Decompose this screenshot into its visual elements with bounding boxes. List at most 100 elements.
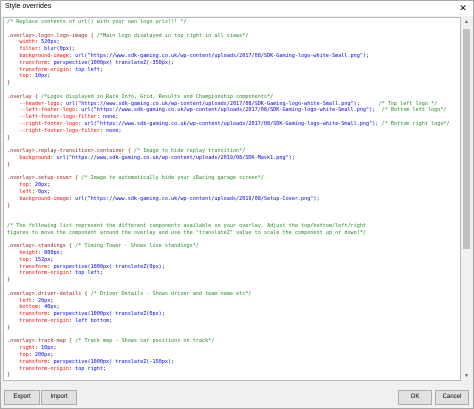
code-line: left: 20px; — [7, 298, 460, 305]
code-token: 520px — [41, 39, 57, 46]
code-token: figures to move the component around the… — [7, 229, 367, 236]
code-token: url("https://www.sdk-gaming.co.uk/wp-con… — [75, 52, 367, 59]
code-line: } — [7, 325, 460, 332]
code-token: perspective(1000px) translateZ(-150px) — [53, 358, 172, 365]
code-token: /* Track map - Shows car positions on tr… — [75, 338, 215, 345]
chevron-up-icon[interactable]: ▲ — [461, 17, 472, 27]
code-line: top: 20px; — [7, 182, 460, 189]
code-token: blur(0px) — [44, 46, 73, 53]
code-token: transform — [7, 263, 48, 270]
code-line: transform-origin: top right; — [7, 366, 460, 373]
code-token: perspective(1000px) translateZ(0px) — [53, 263, 162, 270]
code-token: top left — [75, 66, 100, 73]
code-token: perspective(1000px) translateZ(0px) — [53, 311, 162, 318]
code-token: ; — [356, 100, 379, 107]
window-title: Style overrides — [5, 3, 52, 10]
code-token: top — [7, 256, 29, 263]
code-token: } — [7, 372, 11, 379]
code-token: transform — [7, 358, 48, 365]
code-token: } — [7, 161, 11, 168]
code-token: ; — [171, 358, 175, 365]
code-line: .overlay>.replay-transition>.container {… — [7, 148, 460, 155]
code-text[interactable]: /* Replace contents of url() with your o… — [4, 18, 460, 380]
code-token: 10px — [34, 73, 48, 80]
code-token: ; — [115, 114, 119, 121]
code-token: ; — [56, 39, 60, 46]
code-token: .overlay>.logo>.logo-image { — [7, 32, 97, 39]
code-token: /*Logos displayed in Race Info, Grid, Re… — [41, 93, 274, 100]
code-token: transform-origin — [7, 270, 69, 277]
code-token: ; — [316, 195, 320, 202]
import-button[interactable]: Import — [41, 390, 77, 405]
cancel-button[interactable]: Cancel — [435, 390, 469, 405]
code-token: url("https://www.sdk-gaming.co.uk/wp-con… — [56, 154, 292, 161]
code-token: 800px — [44, 250, 60, 257]
code-token: /* Replace contents of url() with your o… — [7, 19, 187, 25]
code-line: bottom: 40px; — [7, 304, 460, 311]
code-token: /* Driver Details - Shows driver and tea… — [90, 290, 252, 297]
code-token: url("https://www.sdk-gaming.co.uk/wp-con… — [75, 195, 317, 202]
code-token: none — [106, 127, 119, 134]
code-token: ; — [118, 127, 122, 134]
code-token: transform-origin — [7, 318, 69, 325]
code-line: height: 800px; — [7, 250, 460, 257]
code-token: none — [102, 114, 116, 121]
code-token: top — [7, 182, 29, 189]
code-token: right — [7, 345, 35, 352]
code-line: } — [7, 135, 460, 142]
code-token: .overlay>.setup-cover { — [7, 175, 82, 182]
code-token: --right-footer-logo-filter — [7, 127, 100, 134]
code-token: --left-footer-logo — [7, 107, 76, 114]
code-line: .overlay>.driver-details { /* Driver Det… — [7, 291, 460, 298]
code-token: ; — [291, 154, 295, 161]
code-token: ; — [47, 182, 51, 189]
code-line: top: 200px; — [7, 352, 460, 359]
code-token: top left — [75, 270, 100, 277]
code-line: --left-footer-logo-filter: none; — [7, 114, 460, 121]
code-line: transform-origin: top left; — [7, 270, 460, 277]
style-overrides-dialog: Style overrides ✕ /* Replace contents of… — [0, 0, 474, 409]
export-button[interactable]: Export — [4, 390, 40, 405]
close-icon[interactable]: ✕ — [455, 1, 471, 15]
code-token: ; — [56, 304, 60, 311]
code-token: top — [7, 352, 29, 359]
code-token: left — [7, 297, 32, 304]
code-line: background: url("https://www.sdk-gaming.… — [7, 155, 460, 162]
code-token: --header-logo — [7, 100, 60, 107]
code-token: ; — [50, 256, 54, 263]
code-token: 0px — [37, 188, 48, 195]
code-token: 10px — [41, 345, 54, 352]
code-line: } — [7, 372, 460, 379]
code-token: --right-footer-logo — [7, 120, 79, 127]
code-line: top: 152px; — [7, 257, 460, 264]
code-token: /* Timing Tower - Shows live standings*/ — [75, 243, 199, 250]
code-line: --header-logo: url("https://www.sdk-gami… — [7, 101, 460, 108]
code-token: } — [7, 324, 11, 331]
code-token: 20px — [37, 297, 51, 304]
css-editor[interactable]: /* Replace contents of url() with your o… — [3, 17, 461, 381]
code-token: .overlay>.track-map { — [7, 338, 76, 345]
code-line: figures to move the component around the… — [7, 230, 460, 237]
code-token: ; — [50, 352, 54, 359]
code-token: /* The following list represent the diff… — [7, 222, 367, 229]
code-line: transform: perspective(1000px) translate… — [7, 359, 460, 366]
vertical-scrollbar[interactable]: ▲ ▼ — [461, 17, 472, 381]
code-line: width: 520px; — [7, 39, 460, 46]
code-token: transform — [7, 59, 48, 66]
code-line: --right-footer-logo-filter: none; — [7, 128, 460, 135]
code-token: height — [7, 250, 38, 257]
chevron-down-icon[interactable]: ▼ — [461, 371, 472, 381]
code-token: .overlay>.standings { — [7, 243, 76, 250]
code-line: } — [7, 162, 460, 169]
code-line: /* Replace contents of url() with your o… — [7, 19, 460, 26]
code-token: background — [7, 154, 51, 161]
code-token: ; — [161, 311, 165, 318]
scroll-thumb[interactable] — [463, 29, 470, 249]
code-token: ; — [366, 52, 370, 59]
ok-button[interactable]: OK — [398, 390, 432, 405]
code-token: ; — [47, 188, 51, 195]
